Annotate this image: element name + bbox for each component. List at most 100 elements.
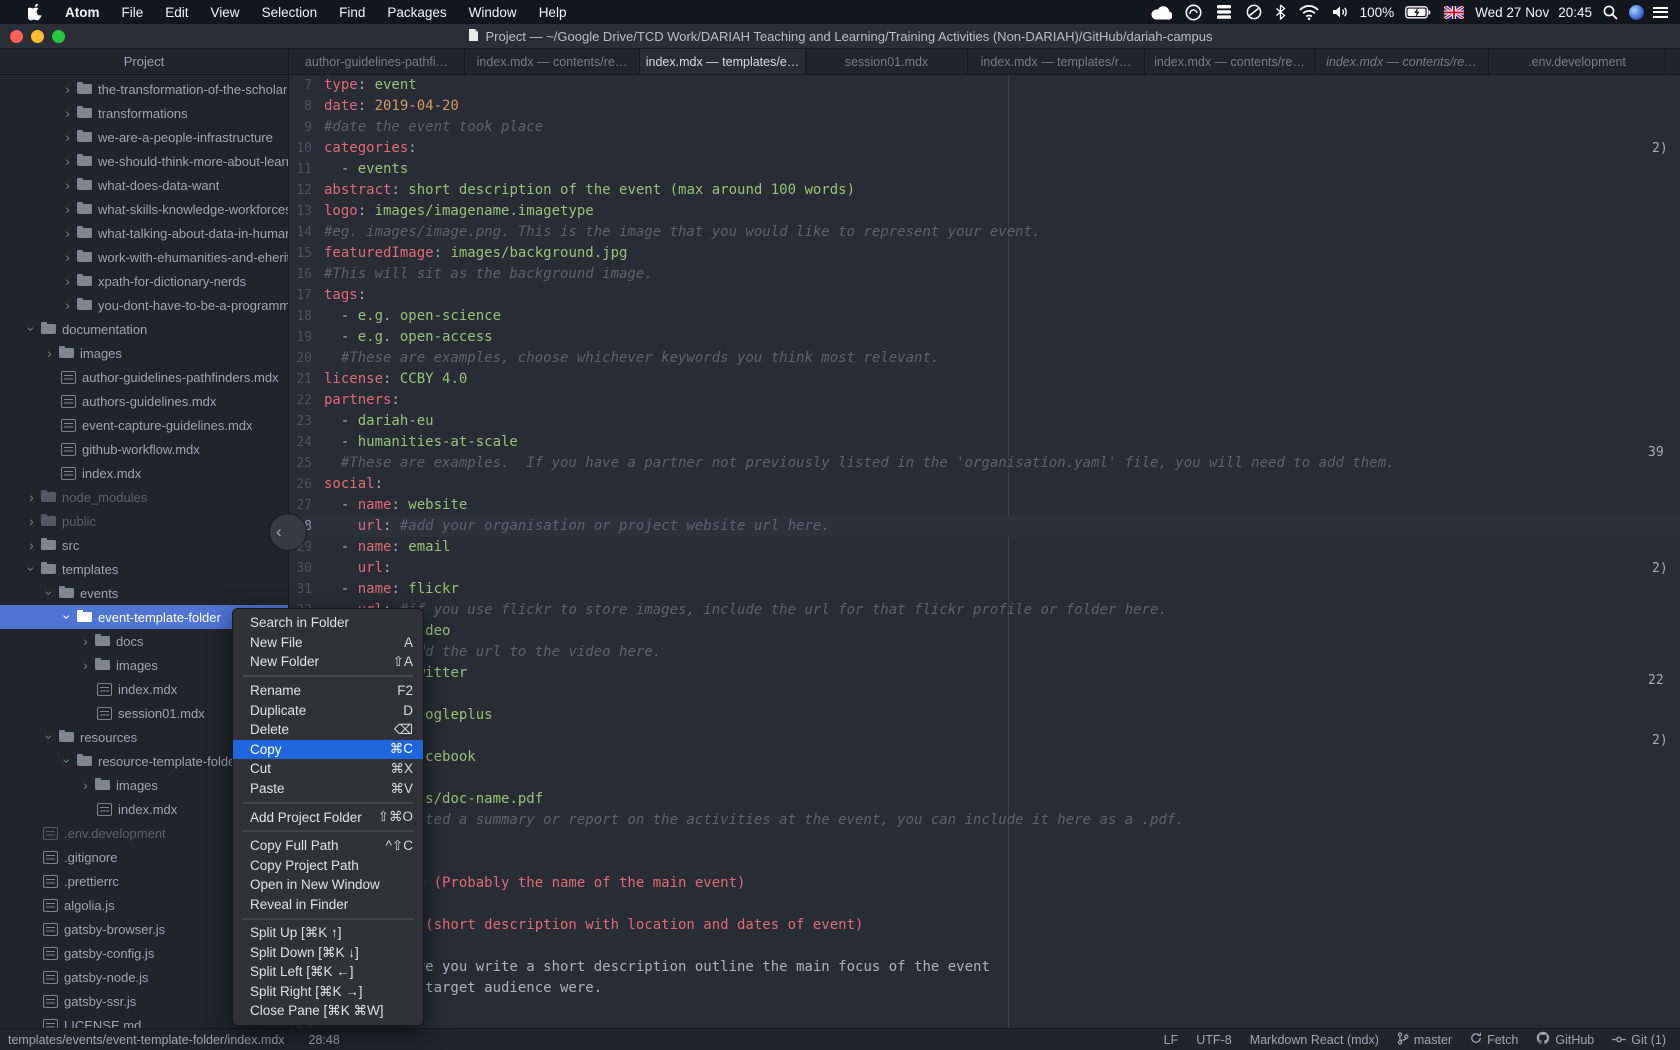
code-line-41[interactable]: 41 doc: docs/doc-name.pdf — [290, 789, 1680, 810]
grammar-indicator[interactable]: Markdown React (mdx) — [1250, 1033, 1379, 1047]
menu-bar-item-help[interactable]: Help — [528, 0, 578, 24]
apple-menu-icon[interactable] — [16, 4, 54, 21]
menu-bar-item-file[interactable]: File — [111, 0, 155, 24]
code-line-32[interactable]: 32 url: #if you use flickr to store imag… — [290, 600, 1680, 621]
code-line-23[interactable]: 23 - dariah-eu — [290, 411, 1680, 432]
tab-5[interactable]: index.mdx — contents/re… — [1145, 49, 1315, 74]
menu-item-new-file[interactable]: New FileA — [233, 633, 423, 653]
code-line-34[interactable]: 34 url: #add the url to the video here. — [290, 642, 1680, 663]
code-line-35[interactable]: 35 - name: twitter — [290, 663, 1680, 684]
menu-item-search-in-folder[interactable]: Search in Folder — [233, 613, 423, 633]
chevron-collapsed-icon[interactable]: › — [61, 298, 74, 312]
tree-row-xpath-for-dictionary-nerds[interactable]: ›xpath-for-dictionary-nerds — [0, 269, 288, 293]
cursor-position[interactable]: 28:48 — [309, 1033, 340, 1047]
chevron-collapsed-icon[interactable]: › — [61, 178, 74, 192]
panel-collapse-handle[interactable]: ‹ — [269, 513, 307, 551]
notification-center-icon[interactable] — [1653, 7, 1668, 18]
tab-7[interactable]: .env.development — [1489, 49, 1666, 74]
code-line-27[interactable]: 27 - name: website — [290, 495, 1680, 516]
code-line-25[interactable]: 25 #These are examples. If you have a pa… — [290, 453, 1680, 474]
code-line-8[interactable]: 8date: 2019-04-20 — [290, 96, 1680, 117]
code-line-17[interactable]: 17tags: — [290, 285, 1680, 306]
creative-cloud-icon[interactable] — [1183, 4, 1204, 21]
chevron-expanded-icon[interactable]: › — [61, 755, 75, 768]
active-file-path[interactable]: templates/events/event-template-folder/i… — [8, 1033, 285, 1047]
minimize-window-button[interactable] — [31, 30, 44, 43]
code-line-48[interactable]: 48 — [290, 936, 1680, 957]
code-line-14[interactable]: 14#eg. images/image.png. This is the ima… — [290, 222, 1680, 243]
code-line-46[interactable]: 46 — [290, 894, 1680, 915]
code-line-36[interactable]: 36 url: — [290, 684, 1680, 705]
code-line-52[interactable]: 52 — [290, 1020, 1680, 1028]
code-line-12[interactable]: 12abstract: short description of the eve… — [290, 180, 1680, 201]
tab-1[interactable]: index.mdx — contents/re… — [465, 49, 640, 74]
tab-2[interactable]: index.mdx — templates/e… — [640, 49, 806, 74]
window-title-bar[interactable]: Project — ~/Google Drive/TCD Work/DARIAH… — [0, 24, 1680, 49]
bluetooth-icon[interactable] — [1273, 4, 1288, 20]
close-window-button[interactable] — [10, 30, 23, 43]
tree-row-documentation[interactable]: ›documentation — [0, 317, 288, 341]
chevron-collapsed-icon[interactable]: › — [79, 658, 92, 672]
menu-bar-item-packages[interactable]: Packages — [376, 0, 457, 24]
menu-item-split-up-k[interactable]: Split Up [⌘K ↑] — [233, 923, 423, 943]
editor-pane[interactable]: 7type: event8date: 2019-04-209#date the … — [290, 75, 1680, 1028]
code-line-37[interactable]: 37 - name: googleplus — [290, 705, 1680, 726]
tree-row-public[interactable]: ›public — [0, 509, 288, 533]
chevron-collapsed-icon[interactable]: › — [25, 514, 38, 528]
tree-row-what-skills-knowledge-workforces[interactable]: ›what-skills-knowledge-workforces — [0, 197, 288, 221]
chevron-collapsed-icon[interactable]: › — [25, 538, 38, 552]
code-line-18[interactable]: 18 - e.g. open-science — [290, 306, 1680, 327]
menu-item-delete[interactable]: Delete⌫ — [233, 720, 423, 740]
battery-icon[interactable] — [1403, 6, 1433, 19]
stack-icon[interactable] — [1213, 5, 1235, 19]
chevron-collapsed-icon[interactable]: › — [79, 778, 92, 792]
menu-item-copy-full-path[interactable]: Copy Full Path^⇧C — [233, 836, 423, 856]
code-line-50[interactable]: 50and who the target audience were. — [290, 978, 1680, 999]
menu-item-copy[interactable]: Copy⌘C — [233, 740, 423, 760]
volume-icon[interactable] — [1330, 5, 1351, 19]
code-line-47[interactable]: 47## Subtitle (short description with lo… — [290, 915, 1680, 936]
menu-item-split-down-k[interactable]: Split Down [⌘K ↓] — [233, 943, 423, 963]
chevron-expanded-icon[interactable]: › — [25, 323, 39, 336]
tab-6[interactable]: index.mdx — contents/re… — [1315, 49, 1489, 74]
code-line-45[interactable]: 45# Event name (Probably the name of the… — [290, 873, 1680, 894]
code-line-51[interactable]: 51 — [290, 999, 1680, 1020]
tree-row-we-should-think-more-about-learn[interactable]: ›we-should-think-more-about-learn — [0, 149, 288, 173]
code-line-38[interactable]: 38 url: — [290, 726, 1680, 747]
menu-bar-time[interactable]: 20:45 — [1558, 5, 1592, 20]
chevron-expanded-icon[interactable]: › — [25, 563, 39, 576]
chevron-collapsed-icon[interactable]: › — [79, 634, 92, 648]
do-not-disturb-icon[interactable] — [1244, 4, 1264, 20]
code-line-43[interactable]: 43 — [290, 831, 1680, 852]
menu-item-close-pane-k-w[interactable]: Close Pane [⌘K ⌘W] — [233, 1002, 423, 1022]
code-line-33[interactable]: 33 - name: video — [290, 621, 1680, 642]
code-line-21[interactable]: 21license: CCBY 4.0 — [290, 369, 1680, 390]
menu-item-split-left-k[interactable]: Split Left [⌘K ←] — [233, 963, 423, 983]
code-line-26[interactable]: 26social: — [290, 474, 1680, 495]
menu-bar-item-find[interactable]: Find — [328, 0, 376, 24]
tree-row-src[interactable]: ›src — [0, 533, 288, 557]
tree-row-index.mdx[interactable]: ›index.mdx — [0, 461, 288, 485]
code-line-9[interactable]: 9#date the event took place — [290, 117, 1680, 138]
tree-row-event-capture-guidelines.mdx[interactable]: ›event-capture-guidelines.mdx — [0, 413, 288, 437]
code-line-39[interactable]: 39 - name: facebook — [290, 747, 1680, 768]
code-line-31[interactable]: 31 - name: flickr — [290, 579, 1680, 600]
code-line-30[interactable]: 30 url: — [290, 558, 1680, 579]
wifi-icon[interactable] — [1297, 5, 1321, 20]
tab-4[interactable]: index.mdx — templates/r… — [968, 49, 1145, 74]
git-tab-button[interactable]: Git (1) — [1612, 1033, 1666, 1047]
code-line-44[interactable]: 44 — [290, 852, 1680, 873]
chevron-expanded-icon[interactable]: › — [43, 731, 57, 744]
menu-bar-item-view[interactable]: View — [200, 0, 251, 24]
code-line-19[interactable]: 19 - e.g. open-access — [290, 327, 1680, 348]
chevron-collapsed-icon[interactable]: › — [61, 130, 74, 144]
git-branch-indicator[interactable]: master — [1397, 1032, 1452, 1048]
menu-bar-item-atom[interactable]: Atom — [54, 0, 111, 24]
code-line-49[interactable]: 49Please ensure you write a short descri… — [290, 957, 1680, 978]
tree-row-transformations[interactable]: ›transformations — [0, 101, 288, 125]
menu-bar-date[interactable]: Wed 27 Nov — [1475, 5, 1549, 20]
siri-icon[interactable] — [1629, 5, 1644, 20]
menu-item-reveal-in-finder[interactable]: Reveal in Finder — [233, 895, 423, 915]
menu-item-open-in-new-window[interactable]: Open in New Window — [233, 875, 423, 895]
code-line-29[interactable]: 29 - name: email — [290, 537, 1680, 558]
